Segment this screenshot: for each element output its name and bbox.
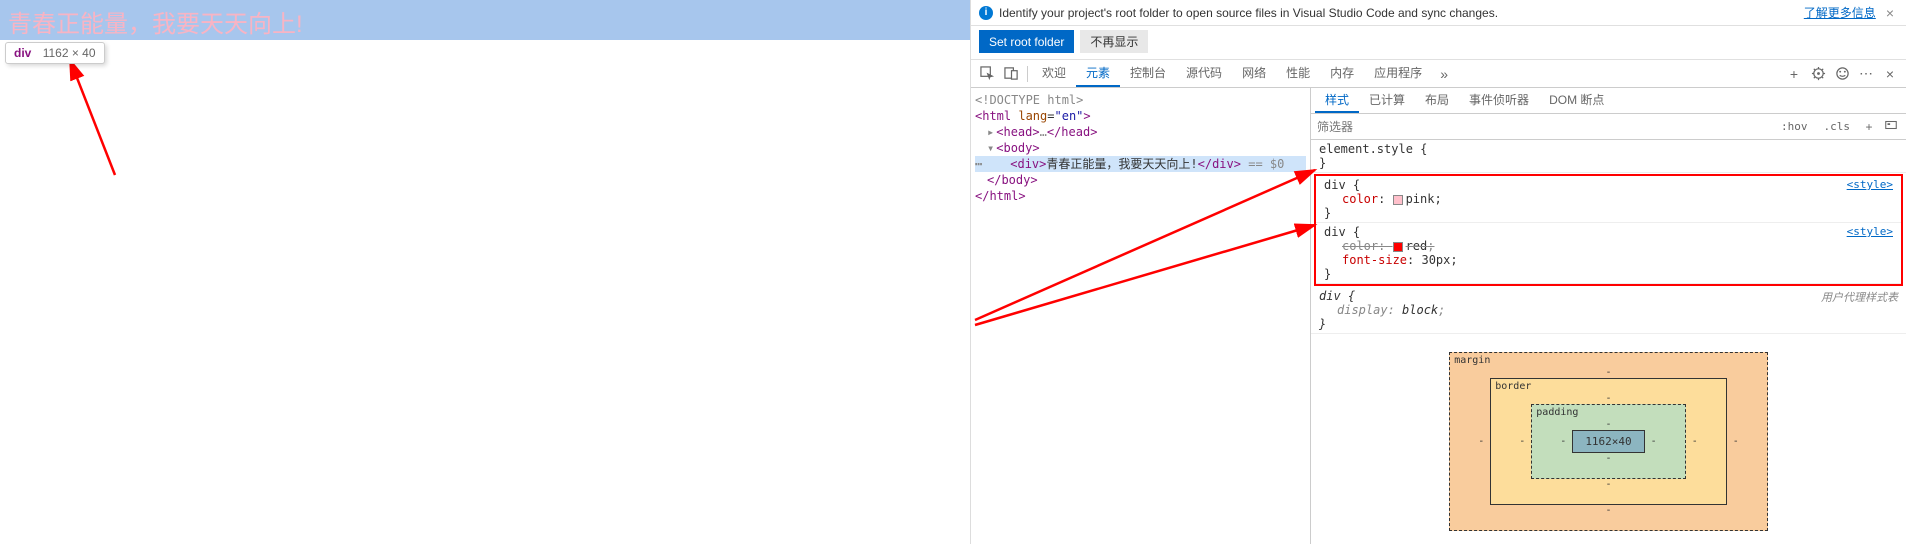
device-toggle-icon[interactable] xyxy=(999,62,1023,86)
red-highlight-box: <style> div { color: pink; } <style> div… xyxy=(1314,174,1903,286)
new-style-rule-icon[interactable]: + xyxy=(1860,120,1878,134)
plus-icon[interactable]: + xyxy=(1782,62,1806,86)
tab-sources[interactable]: 源代码 xyxy=(1176,60,1232,87)
styles-filter-bar: :hov .cls + xyxy=(1311,114,1906,140)
tooltip-tag: div xyxy=(14,46,31,60)
styles-panel: 样式 已计算 布局 事件侦听器 DOM 断点 :hov .cls + xyxy=(1311,88,1906,544)
element-tooltip: div 1162 × 40 xyxy=(5,42,105,64)
subtab-layout[interactable]: 布局 xyxy=(1415,88,1459,113)
rendered-page: 青春正能量，我要天天向上! div 1162 × 40 xyxy=(0,0,970,544)
styles-subtabs: 样式 已计算 布局 事件侦听器 DOM 断点 xyxy=(1311,88,1906,114)
arrow-annotation-3 xyxy=(970,215,1330,335)
select-element-icon[interactable] xyxy=(975,62,999,86)
styles-filter-input[interactable] xyxy=(1317,120,1771,134)
info-icon: i xyxy=(979,6,993,20)
color-swatch-pink[interactable] xyxy=(1393,195,1403,205)
info-actions: Set root folder 不再显示 xyxy=(971,26,1906,60)
devtools-tabs: 欢迎 元素 控制台 源代码 网络 性能 内存 应用程序 » + ⋯ × xyxy=(971,60,1906,88)
tab-performance[interactable]: 性能 xyxy=(1276,60,1320,87)
close-devtools-icon[interactable]: × xyxy=(1878,62,1902,86)
subtab-event[interactable]: 事件侦听器 xyxy=(1459,88,1539,113)
learn-more-link[interactable]: 了解更多信息 xyxy=(1804,4,1876,21)
subtab-dom-breakpoints[interactable]: DOM 断点 xyxy=(1539,88,1614,113)
styles-rules[interactable]: element.style { } <style> div { color: p… xyxy=(1311,140,1906,544)
dom-head[interactable]: ▸<head>…</head> xyxy=(975,124,1306,140)
subtab-styles[interactable]: 样式 xyxy=(1315,88,1359,113)
box-model-content: 1162×40 xyxy=(1572,430,1644,453)
tab-welcome[interactable]: 欢迎 xyxy=(1032,60,1076,87)
rule-element-style[interactable]: element.style { } xyxy=(1311,140,1906,173)
rule-div-red[interactable]: <style> div { color: red; font-size: 30p… xyxy=(1316,223,1901,284)
box-model-diagram[interactable]: margin - - border - - xyxy=(1311,334,1906,544)
rule-user-agent[interactable]: 用户代理样式表 div { display: block; } xyxy=(1311,287,1906,334)
tab-elements[interactable]: 元素 xyxy=(1076,60,1120,87)
style-source-link-2[interactable]: <style> xyxy=(1847,225,1893,238)
tab-network[interactable]: 网络 xyxy=(1232,60,1276,87)
dom-doctype[interactable]: <!DOCTYPE html> xyxy=(975,92,1306,108)
subtab-computed[interactable]: 已计算 xyxy=(1359,88,1415,113)
dont-show-button[interactable]: 不再显示 xyxy=(1080,30,1148,53)
dom-html-open[interactable]: <html lang="en"> xyxy=(975,108,1306,124)
settings-icon[interactable] xyxy=(1806,62,1830,86)
arrow-annotation-1 xyxy=(65,55,125,185)
cls-toggle[interactable]: .cls xyxy=(1818,119,1857,134)
info-bar: i Identify your project's root folder to… xyxy=(971,0,1906,26)
rule-div-pink[interactable]: <style> div { color: pink; } xyxy=(1316,176,1901,223)
tab-memory[interactable]: 内存 xyxy=(1320,60,1364,87)
more-tabs-icon[interactable]: » xyxy=(1432,62,1456,86)
close-info-icon[interactable]: × xyxy=(1882,5,1898,21)
highlighted-element: 青春正能量，我要天天向上! xyxy=(0,0,970,40)
kebab-menu-icon[interactable]: ⋯ xyxy=(1854,62,1878,86)
tab-console[interactable]: 控制台 xyxy=(1120,60,1176,87)
set-root-folder-button[interactable]: Set root folder xyxy=(979,30,1074,53)
ua-stylesheet-label: 用户代理样式表 xyxy=(1821,289,1898,305)
style-source-link[interactable]: <style> xyxy=(1847,178,1893,191)
color-swatch-red[interactable] xyxy=(1393,242,1403,252)
hov-toggle[interactable]: :hov xyxy=(1775,119,1814,134)
tooltip-dimensions: 1162 × 40 xyxy=(43,46,96,60)
tab-application[interactable]: 应用程序 xyxy=(1364,60,1432,87)
info-text: Identify your project's root folder to o… xyxy=(999,6,1798,20)
feedback-icon[interactable] xyxy=(1830,62,1854,86)
rendering-icon[interactable] xyxy=(1882,118,1900,135)
